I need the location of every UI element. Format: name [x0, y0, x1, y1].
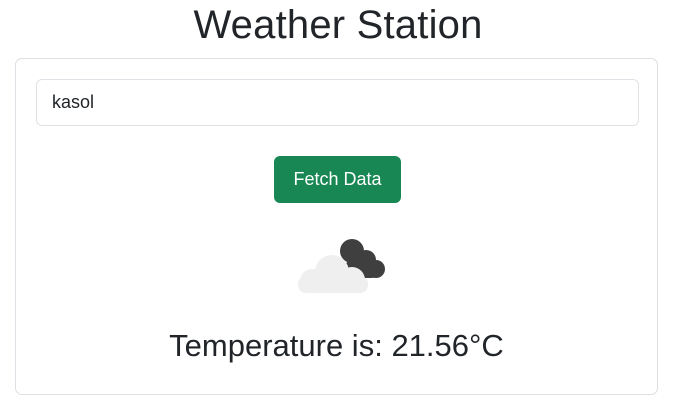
temperature-value: 21.56	[391, 328, 470, 363]
page-title: Weather Station	[193, 3, 483, 47]
broken-clouds-icon	[298, 239, 385, 293]
temperature-label: Temperature is:	[169, 328, 392, 363]
temperature-unit: °C	[469, 328, 504, 363]
weather-card: Fetch Data Temperature is: 21.56°C	[15, 58, 658, 395]
fetch-data-button[interactable]: Fetch Data	[274, 156, 401, 203]
city-search-input[interactable]	[36, 79, 639, 126]
temperature-readout: Temperature is: 21.56°C	[16, 324, 657, 368]
